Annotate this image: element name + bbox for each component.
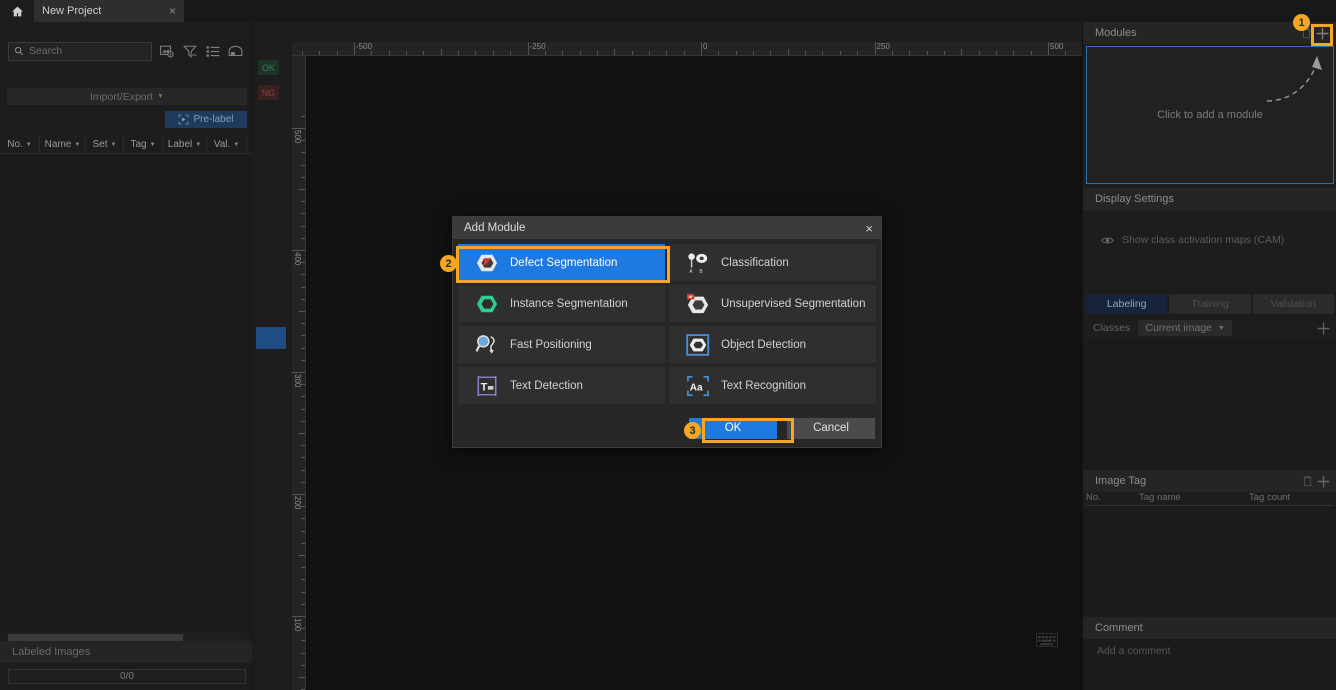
instance-segmentation-option[interactable]: Instance Segmentation bbox=[458, 285, 665, 322]
dialog-title: Add Module bbox=[464, 222, 526, 234]
module-label: Defect Segmentation bbox=[510, 256, 618, 269]
dialog-title-bar: Add Module × bbox=[453, 217, 881, 239]
step-badge-2: 2 bbox=[440, 255, 457, 272]
defect-segmentation-icon bbox=[474, 250, 500, 276]
dialog-ok-button[interactable]: OK bbox=[689, 417, 777, 439]
svg-text:B: B bbox=[699, 269, 703, 274]
dialog-cancel-button[interactable]: Cancel bbox=[787, 417, 875, 439]
step-badge-1: 1 bbox=[1293, 14, 1310, 31]
object-detection-option[interactable]: Object Detection bbox=[669, 326, 876, 363]
dialog-close-icon[interactable]: × bbox=[865, 222, 873, 235]
unsupervised-segmentation-icon bbox=[685, 291, 711, 317]
application-window: New Project × Search Import/Export ▼ Pre… bbox=[0, 0, 1336, 690]
module-label: Fast Positioning bbox=[510, 338, 592, 351]
modal-overlay: Add Module × Defect Segmentation A B Cla… bbox=[0, 0, 1336, 690]
fast-positioning-icon bbox=[474, 332, 500, 358]
step-badge-3: 3 bbox=[684, 422, 701, 439]
svg-text:T: T bbox=[481, 381, 488, 393]
module-label: Text Recognition bbox=[721, 379, 807, 392]
module-label: Text Detection bbox=[510, 379, 583, 392]
svg-text:A: A bbox=[689, 269, 693, 274]
module-label: Classification bbox=[721, 256, 789, 269]
text-detection-icon: T bbox=[474, 373, 500, 399]
defect-segmentation-option[interactable]: Defect Segmentation bbox=[458, 244, 665, 281]
add-module-dialog: Add Module × Defect Segmentation A B Cla… bbox=[452, 216, 882, 448]
instance-segmentation-icon bbox=[474, 291, 500, 317]
text-recognition-option[interactable]: Aa Text Recognition bbox=[669, 367, 876, 404]
dialog-footer: OK Cancel bbox=[453, 409, 881, 447]
module-label: Object Detection bbox=[721, 338, 807, 351]
unsupervised-segmentation-option[interactable]: Unsupervised Segmentation bbox=[669, 285, 876, 322]
object-detection-icon bbox=[685, 332, 711, 358]
classification-icon: A B bbox=[685, 250, 711, 276]
classification-option[interactable]: A B Classification bbox=[669, 244, 876, 281]
module-label: Unsupervised Segmentation bbox=[721, 297, 866, 310]
module-label: Instance Segmentation bbox=[510, 297, 628, 310]
module-options-grid: Defect Segmentation A B Classification I… bbox=[453, 239, 881, 404]
text-recognition-icon: Aa bbox=[685, 373, 711, 399]
text-detection-option[interactable]: T Text Detection bbox=[458, 367, 665, 404]
fast-positioning-option[interactable]: Fast Positioning bbox=[458, 326, 665, 363]
svg-text:Aa: Aa bbox=[690, 382, 703, 393]
